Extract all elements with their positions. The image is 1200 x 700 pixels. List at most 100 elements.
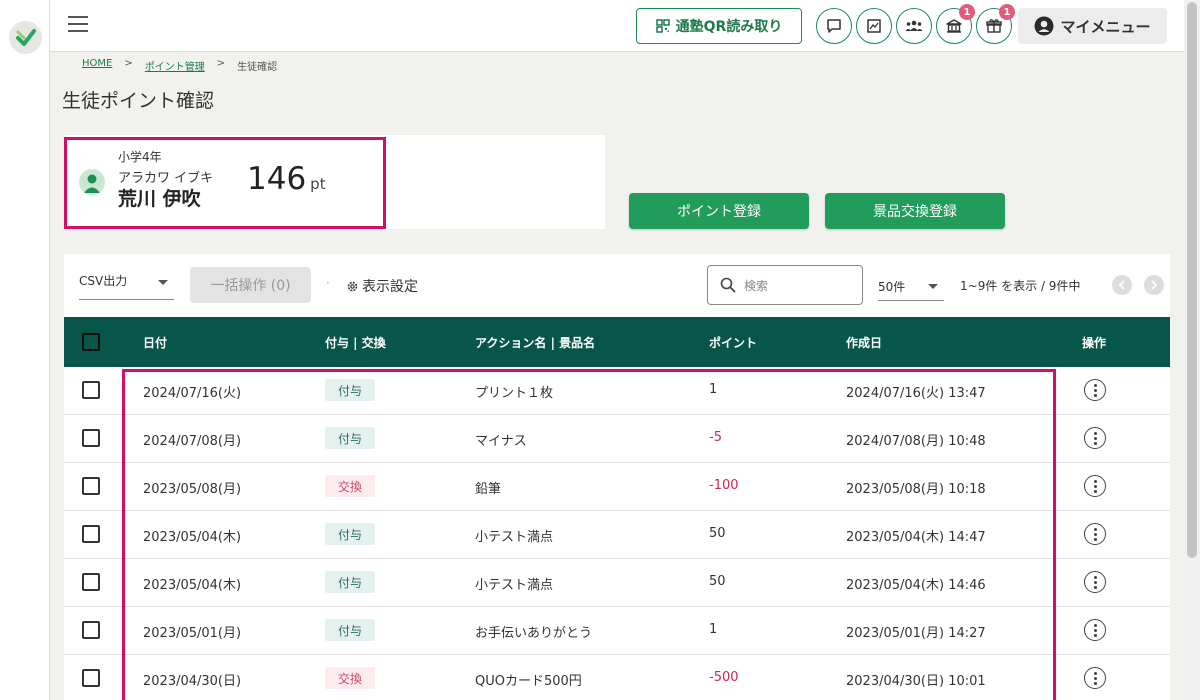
row-action: プリント１枚	[475, 386, 554, 401]
gift-icon	[986, 19, 1002, 33]
row-action: 小テスト満点	[475, 530, 554, 545]
row-points: -5	[709, 430, 722, 445]
gift-button[interactable]: 1	[976, 4, 1015, 44]
row-type-tag: 付与	[325, 619, 375, 641]
report-button[interactable]	[856, 8, 892, 44]
row-checkbox[interactable]	[82, 621, 100, 639]
qr-code-icon	[655, 19, 670, 33]
page-scrollbar[interactable]	[1184, 0, 1200, 700]
row-menu-icon[interactable]	[1084, 619, 1106, 641]
select-all-checkbox[interactable]	[82, 333, 100, 351]
search-placeholder: 検索	[744, 278, 769, 293]
table-row[interactable]: 2023/05/08(月) 交換 鉛筆 -100 2023/05/08(月) 1…	[64, 463, 1170, 511]
row-menu-icon[interactable]	[1084, 523, 1106, 545]
gear-icon	[347, 281, 358, 291]
row-menu-icon[interactable]	[1084, 667, 1106, 689]
row-type-tag: 付与	[325, 571, 375, 593]
csv-export-label: CSV出力	[79, 274, 128, 288]
row-checkbox[interactable]	[82, 381, 100, 399]
row-type-tag: 付与	[325, 427, 375, 449]
header-created[interactable]: 作成日	[846, 334, 882, 351]
scrollbar-thumb[interactable]	[1187, 2, 1197, 558]
qr-scan-button[interactable]: 通塾QR読み取り	[636, 8, 802, 44]
display-settings-label: 表示設定	[362, 279, 418, 295]
toolbar-separator: ·	[326, 276, 330, 290]
row-date: 2024/07/08(月)	[143, 434, 242, 449]
top-header: 通塾QR読み取り 1 1 マイメニュー	[50, 0, 1184, 52]
table-row[interactable]: 2024/07/16(火) 付与 プリント１枚 1 2024/07/16(火) …	[64, 367, 1170, 415]
app-logo[interactable]	[9, 21, 42, 54]
row-date: 2023/05/04(木)	[143, 530, 242, 545]
display-settings-button[interactable]: 表示設定	[346, 276, 418, 296]
prev-page-button[interactable]	[1112, 275, 1132, 295]
row-points: -100	[709, 478, 739, 493]
csv-export-select[interactable]: CSV出力	[79, 266, 174, 300]
row-type-tag: 交換	[325, 667, 375, 689]
row-action: お手伝いありがとう	[475, 626, 593, 641]
school-button[interactable]: 1	[936, 4, 975, 44]
header-action[interactable]: アクション名 | 景品名	[475, 334, 595, 351]
row-checkbox[interactable]	[82, 477, 100, 495]
row-points: -500	[709, 670, 739, 685]
table-row[interactable]: 2023/04/30(日) 交換 QUOカード500円 -500 2023/04…	[64, 655, 1170, 700]
table-header: 日付 付与 | 交換 アクション名 | 景品名 ポイント 作成日 操作	[64, 317, 1170, 367]
message-button[interactable]	[816, 8, 852, 44]
table-row[interactable]: 2023/05/04(木) 付与 小テスト満点 50 2023/05/04(木)…	[64, 511, 1170, 559]
group-icon	[905, 20, 923, 31]
search-input[interactable]: 検索	[707, 265, 863, 305]
row-points: 1	[709, 622, 718, 637]
row-action: マイナス	[475, 434, 527, 449]
row-date: 2023/04/30(日)	[143, 674, 242, 689]
row-menu-icon[interactable]	[1084, 427, 1106, 449]
chevron-down-icon	[158, 280, 168, 285]
header-type[interactable]: 付与 | 交換	[325, 334, 386, 351]
account-circle-icon	[1034, 16, 1054, 36]
row-action: 小テスト満点	[475, 578, 554, 593]
register-exchange-button[interactable]: 景品交換登録	[825, 193, 1005, 229]
student-grade: 小学4年	[118, 150, 162, 164]
row-date: 2024/07/16(火)	[143, 386, 242, 401]
row-date: 2023/05/04(木)	[143, 578, 242, 593]
row-action: QUOカード500円	[475, 674, 582, 689]
message-icon	[827, 19, 841, 33]
bulk-action-button[interactable]: 一括操作 (0)	[190, 267, 311, 303]
per-page-select[interactable]: 50件	[878, 273, 944, 301]
school-building-icon	[946, 19, 962, 33]
breadcrumb-separator: >	[216, 58, 226, 69]
row-created: 2023/05/01(月) 14:27	[846, 626, 986, 641]
breadcrumb-current: 生徒確認	[237, 62, 278, 73]
hamburger-menu-icon[interactable]	[68, 16, 88, 32]
breadcrumb-separator: >	[124, 58, 133, 69]
row-checkbox[interactable]	[82, 429, 100, 447]
chevron-left-icon	[1118, 280, 1125, 290]
header-operations: 操作	[1082, 336, 1107, 350]
row-menu-icon[interactable]	[1084, 571, 1106, 593]
breadcrumb-home[interactable]: HOME	[82, 58, 112, 73]
row-menu-icon[interactable]	[1084, 475, 1106, 497]
school-notification-badge: 1	[959, 4, 975, 20]
row-created: 2023/05/08(月) 10:18	[846, 482, 986, 497]
student-avatar-icon	[79, 169, 105, 195]
table-row[interactable]: 2023/05/04(木) 付与 小テスト満点 50 2023/05/04(木)…	[64, 559, 1170, 607]
students-button[interactable]	[896, 8, 932, 44]
per-page-value: 50件	[878, 280, 906, 294]
row-checkbox[interactable]	[82, 669, 100, 687]
header-points[interactable]: ポイント	[709, 334, 757, 351]
register-points-button[interactable]: ポイント登録	[629, 193, 809, 229]
table-row[interactable]: 2023/05/01(月) 付与 お手伝いありがとう 1 2023/05/01(…	[64, 607, 1170, 655]
chart-report-icon	[867, 19, 881, 33]
history-panel: CSV出力 一括操作 (0) · 表示設定 検索 50件 1~9件 を表示 / …	[64, 254, 1170, 700]
row-menu-icon[interactable]	[1084, 379, 1106, 401]
row-action: 鉛筆	[475, 482, 502, 497]
pagination-range: 1~9件 を表示 / 9件中	[960, 279, 1081, 293]
table-row[interactable]: 2024/07/08(月) 付与 マイナス -5 2024/07/08(月) 1…	[64, 415, 1170, 463]
points-unit: pt	[310, 175, 326, 193]
my-menu-button[interactable]: マイメニュー	[1018, 8, 1167, 44]
row-checkbox[interactable]	[82, 573, 100, 591]
row-created: 2023/05/04(木) 14:46	[846, 578, 986, 593]
row-checkbox[interactable]	[82, 525, 100, 543]
breadcrumb-point-management[interactable]: ポイント管理	[145, 58, 205, 73]
next-page-button[interactable]	[1144, 275, 1164, 295]
header-date[interactable]: 日付	[143, 334, 167, 351]
search-icon	[720, 277, 736, 293]
